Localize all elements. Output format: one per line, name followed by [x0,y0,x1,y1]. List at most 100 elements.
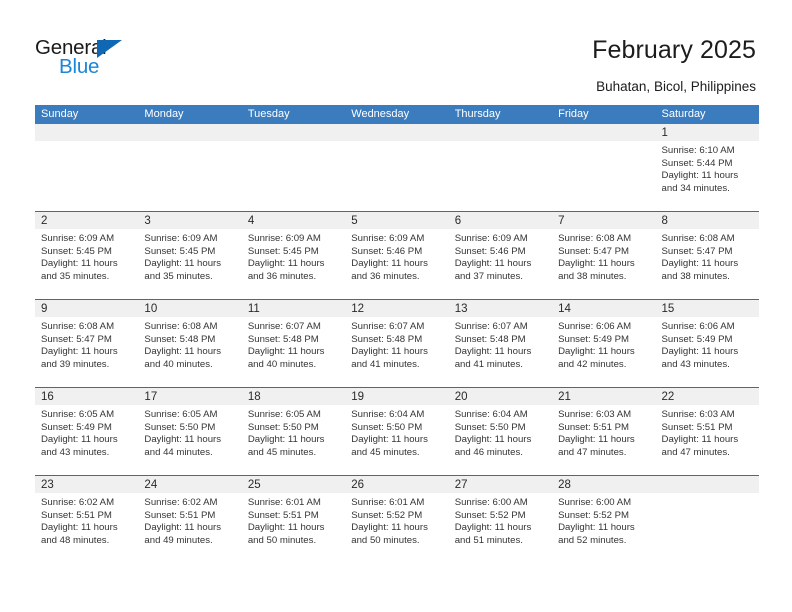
weekday-header-wednesday: Wednesday [351,108,410,120]
day-number: 24 [144,479,158,491]
day-cell[interactable]: 5 Sunrise: 6:09 AM Sunset: 5:46 PM Daylight… [345,212,449,299]
day-cell-empty [345,124,449,211]
daylight-duration: Daylight: 11 hours and 51 minutes. [454,522,532,546]
sunset-time: Sunset: 5:47 PM [661,245,733,257]
daylight-duration: Daylight: 11 hours and 34 minutes. [661,170,739,194]
sun-info: Sunrise: 6:09 AM Sunset: 5:46 PM Daylight:… [449,229,552,283]
sunset-time: Sunset: 5:45 PM [247,245,319,257]
day-cell-empty [241,124,346,211]
sunset-time: Sunset: 5:48 PM [247,333,319,345]
sunrise-time: Sunrise: 6:07 AM [247,321,321,332]
day-cell[interactable]: 13 Sunrise: 6:07 AM Sunset: 5:48 PM Dayligh… [448,300,553,387]
day-number-band [35,300,139,317]
day-cell[interactable]: 4 Sunrise: 6:09 AM Sunset: 5:45 PM Daylight… [241,212,346,299]
day-number-band [448,212,553,229]
sunset-time: Sunset: 5:49 PM [558,333,630,345]
day-cell[interactable]: 17 Sunrise: 6:05 AM Sunset: 5:50 PM Dayligh… [138,388,242,475]
day-number: 26 [351,479,365,491]
sunset-time: Sunset: 5:50 PM [247,421,319,433]
day-number-band [241,124,346,141]
day-cell[interactable]: 8 Sunrise: 6:08 AM Sunset: 5:47 PM Daylight… [655,212,759,299]
week-row: 16 Sunrise: 6:05 AM Sunset: 5:49 PM Dayligh… [35,387,759,475]
daylight-duration: Daylight: 11 hours and 43 minutes. [661,346,739,370]
day-cell[interactable]: 2 Sunrise: 6:09 AM Sunset: 5:45 PM Daylight… [35,212,139,299]
sun-info: Sunrise: 6:03 AM Sunset: 5:51 PM Daylight:… [656,405,759,459]
sunrise-time: Sunrise: 6:00 AM [558,497,632,508]
day-cell[interactable]: 25 Sunrise: 6:01 AM Sunset: 5:51 PM Dayligh… [241,476,346,563]
logo-word-blue: Blue [59,55,100,78]
daylight-duration: Daylight: 11 hours and 41 minutes. [351,346,428,370]
sun-info: Sunrise: 6:08 AM Sunset: 5:47 PM Daylight:… [552,229,655,283]
day-cell[interactable]: 12 Sunrise: 6:07 AM Sunset: 5:48 PM Dayligh… [345,300,449,387]
weekday-header-saturday: Saturday [661,108,706,120]
day-number: 2 [41,215,48,227]
weekday-header-friday: Friday [558,108,589,120]
day-number-band [655,124,759,141]
sunset-time: Sunset: 5:46 PM [351,245,423,257]
day-cell[interactable]: 22 Sunrise: 6:03 AM Sunset: 5:51 PM Dayligh… [655,388,759,475]
day-cell[interactable]: 28 Sunrise: 6:00 AM Sunset: 5:52 PM Dayligh… [552,476,656,563]
sunrise-time: Sunrise: 6:06 AM [558,321,632,332]
sunrise-time: Sunrise: 6:02 AM [144,497,218,508]
sunset-time: Sunset: 5:49 PM [661,333,733,345]
day-number-band [35,124,139,141]
sun-info: Sunrise: 6:09 AM Sunset: 5:45 PM Daylight:… [242,229,345,283]
day-number: 18 [247,391,261,403]
daylight-duration: Daylight: 11 hours and 41 minutes. [454,346,532,370]
day-number: 1 [661,127,668,139]
day-number: 9 [41,303,48,315]
day-number: 22 [661,391,675,403]
daylight-duration: Daylight: 11 hours and 36 minutes. [351,258,428,282]
sun-info: Sunrise: 6:10 AM Sunset: 5:44 PM Daylight:… [656,141,759,195]
day-cell[interactable]: 11 Sunrise: 6:07 AM Sunset: 5:48 PM Dayligh… [241,300,346,387]
day-number: 25 [247,479,261,491]
sunrise-time: Sunrise: 6:01 AM [351,497,425,508]
day-cell[interactable]: 10 Sunrise: 6:08 AM Sunset: 5:48 PM Dayligh… [138,300,242,387]
sunrise-time: Sunrise: 6:05 AM [144,409,218,420]
daylight-duration: Daylight: 11 hours and 45 minutes. [351,434,428,458]
sunset-time: Sunset: 5:49 PM [41,421,112,433]
general-blue-logo[interactable]: General Blue [35,37,215,88]
day-cell[interactable]: 15 Sunrise: 6:06 AM Sunset: 5:49 PM Dayligh… [655,300,759,387]
day-number: 8 [661,215,668,227]
day-number-band [655,212,759,229]
day-cell[interactable]: 1 Sunrise: 6:10 AM Sunset: 5:44 PM Daylight… [655,124,759,211]
weekday-header-tuesday: Tuesday [247,108,290,120]
day-number-band [138,124,242,141]
sun-info: Sunrise: 6:09 AM Sunset: 5:45 PM Daylight:… [138,229,241,283]
day-cell[interactable]: 20 Sunrise: 6:04 AM Sunset: 5:50 PM Dayligh… [448,388,553,475]
day-cell[interactable]: 3 Sunrise: 6:09 AM Sunset: 5:45 PM Daylight… [138,212,242,299]
sun-info: Sunrise: 6:07 AM Sunset: 5:48 PM Daylight:… [345,317,448,371]
day-cell[interactable]: 18 Sunrise: 6:05 AM Sunset: 5:50 PM Dayligh… [241,388,346,475]
day-cell[interactable]: 24 Sunrise: 6:02 AM Sunset: 5:51 PM Dayligh… [138,476,242,563]
sun-info: Sunrise: 6:08 AM Sunset: 5:48 PM Daylight:… [138,317,241,371]
day-cell[interactable]: 23 Sunrise: 6:02 AM Sunset: 5:51 PM Dayligh… [35,476,139,563]
daylight-duration: Daylight: 11 hours and 47 minutes. [558,434,635,458]
day-number-band [448,124,553,141]
day-cell[interactable]: 9 Sunrise: 6:08 AM Sunset: 5:47 PM Daylight… [35,300,139,387]
day-cell[interactable]: 27 Sunrise: 6:00 AM Sunset: 5:52 PM Dayligh… [448,476,553,563]
sunset-time: Sunset: 5:52 PM [454,509,526,521]
day-cell[interactable]: 6 Sunrise: 6:09 AM Sunset: 5:46 PM Daylight… [448,212,553,299]
day-cell[interactable]: 26 Sunrise: 6:01 AM Sunset: 5:52 PM Dayligh… [345,476,449,563]
day-cell[interactable]: 21 Sunrise: 6:03 AM Sunset: 5:51 PM Dayligh… [552,388,656,475]
day-cell[interactable]: 16 Sunrise: 6:05 AM Sunset: 5:49 PM Dayligh… [35,388,139,475]
daylight-duration: Daylight: 11 hours and 43 minutes. [41,434,118,458]
day-cell[interactable]: 19 Sunrise: 6:04 AM Sunset: 5:50 PM Dayligh… [345,388,449,475]
sunrise-time: Sunrise: 6:01 AM [247,497,321,508]
sunrise-time: Sunrise: 6:10 AM [661,145,735,156]
sun-info: Sunrise: 6:07 AM Sunset: 5:48 PM Daylight:… [242,317,345,371]
day-number: 6 [454,215,462,227]
triangle-icon [97,40,122,58]
day-number-band [345,124,449,141]
day-cell[interactable]: 14 Sunrise: 6:06 AM Sunset: 5:49 PM Dayligh… [552,300,656,387]
day-number: 21 [558,391,571,403]
sunrise-time: Sunrise: 6:09 AM [351,233,425,244]
daylight-duration: Daylight: 11 hours and 38 minutes. [661,258,739,282]
sunset-time: Sunset: 5:46 PM [454,245,526,257]
day-number: 11 [247,303,260,315]
day-cell[interactable]: 7 Sunrise: 6:08 AM Sunset: 5:47 PM Daylight… [552,212,656,299]
daylight-duration: Daylight: 11 hours and 48 minutes. [41,522,118,546]
day-number: 10 [144,303,158,315]
sun-info: Sunrise: 6:06 AM Sunset: 5:49 PM Daylight:… [552,317,655,371]
